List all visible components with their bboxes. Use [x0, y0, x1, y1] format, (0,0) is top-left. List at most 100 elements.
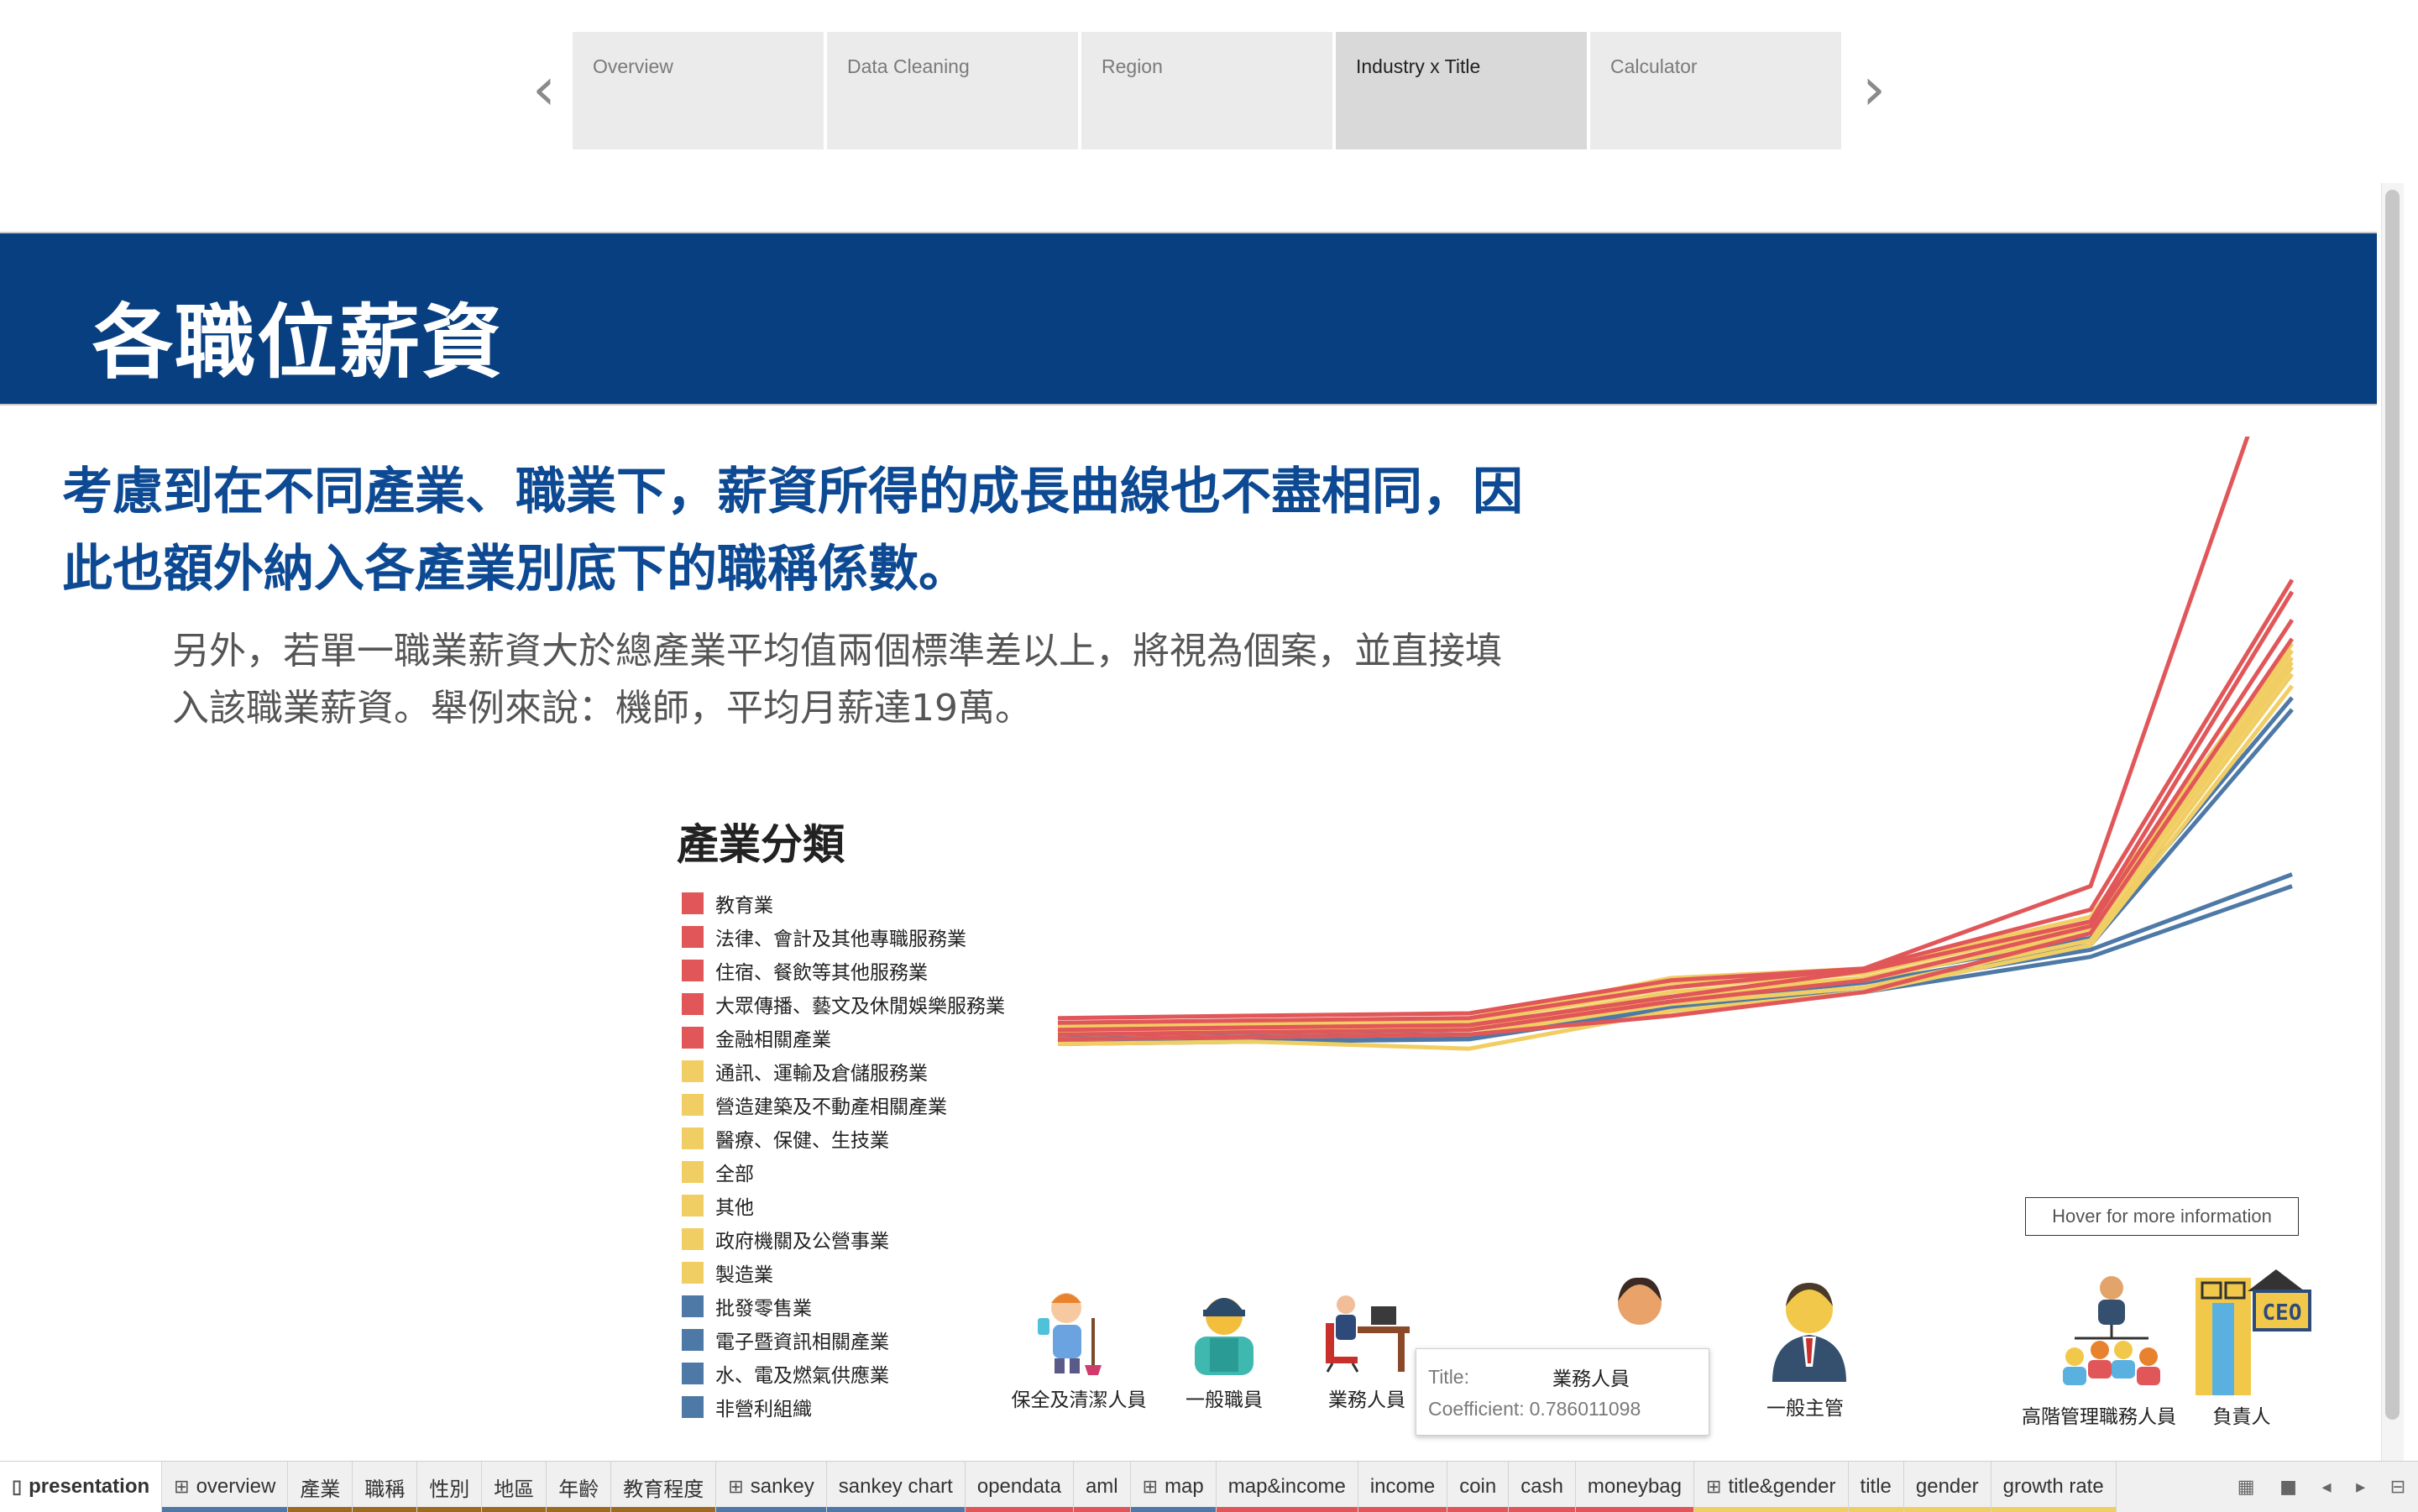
- legend-label: 水、電及燃氣供應業: [715, 1365, 889, 1387]
- legend-label: 批發零售業: [715, 1298, 812, 1320]
- scroll-left-icon[interactable]: ◂: [2322, 1477, 2332, 1498]
- legend-item[interactable]: 製造業: [677, 1256, 1005, 1290]
- next-story-arrow[interactable]: ›: [1857, 60, 1891, 118]
- sheet-tab-label: map: [1165, 1475, 1204, 1498]
- legend-swatch: [682, 892, 704, 914]
- title-label: 保全及清潔人員: [1011, 1389, 1147, 1411]
- sheet-tab[interactable]: gender: [1903, 1462, 1991, 1512]
- org-chart-icon[interactable]: [2053, 1269, 2170, 1399]
- sheet-tab[interactable]: ▯ presentation: [0, 1462, 163, 1512]
- legend-label: 醫療、保健、生技業: [715, 1130, 889, 1152]
- legend-item[interactable]: 政府機關及公營事業: [677, 1222, 1005, 1256]
- dashboard-icon: ⊞: [174, 1476, 190, 1497]
- sheet-tab[interactable]: cash: [1509, 1462, 1576, 1512]
- legend-swatch: [682, 1228, 704, 1250]
- sheet-tab-label: title&gender: [1728, 1475, 1836, 1498]
- story-tab-0[interactable]: Overview: [573, 32, 824, 149]
- legend-swatch: [682, 1329, 704, 1351]
- presentation-mode-icon[interactable]: ⊟: [2390, 1477, 2405, 1498]
- sheet-tab[interactable]: coin: [1447, 1462, 1510, 1512]
- office-desk-icon[interactable]: [1321, 1290, 1413, 1377]
- tab-color-stripe: [1130, 1507, 1216, 1512]
- legend-item[interactable]: 電子暨資訊相關產業: [677, 1323, 1005, 1357]
- scrollbar-thumb[interactable]: [2385, 190, 2400, 1420]
- sheet-tab[interactable]: 地區: [482, 1462, 547, 1512]
- legend-item[interactable]: 醫療、保健、生技業: [677, 1122, 1005, 1155]
- tab-color-stripe: [1991, 1507, 2116, 1512]
- sheet-tab[interactable]: ⊞ overview: [162, 1462, 289, 1512]
- legend-item[interactable]: 其他: [677, 1189, 1005, 1222]
- sheet-tab[interactable]: sankey chart: [826, 1462, 966, 1512]
- legend-item[interactable]: 水、電及燃氣供應業: [677, 1357, 1005, 1390]
- legend-item[interactable]: 大眾傳播、藝文及休閒娛樂服務業: [677, 987, 1005, 1021]
- sheet-controls: ▦ ■ ◂ ▸ ⊟: [2225, 1462, 2418, 1512]
- story-tab-2[interactable]: Region: [1081, 32, 1332, 149]
- story-tab-1[interactable]: Data Cleaning: [827, 32, 1078, 149]
- sheet-tab[interactable]: aml: [1073, 1462, 1131, 1512]
- legend-label: 法律、會計及其他專職服務業: [715, 929, 966, 950]
- dashboard-icon: ⊞: [1706, 1476, 1722, 1497]
- legend-label: 教育業: [715, 895, 773, 917]
- legend-swatch: [682, 926, 704, 948]
- cleaner-icon[interactable]: [1033, 1284, 1117, 1380]
- series-line-2[interactable]: [1057, 590, 2295, 1033]
- story-tabs: Overview Data Cleaning Region Industry x Ti…: [573, 32, 1841, 149]
- sheet-tab-label: map&income: [1227, 1475, 1346, 1498]
- scroll-right-icon[interactable]: ▸: [2356, 1477, 2365, 1498]
- legend-item[interactable]: 營造建築及不動產相關產業: [677, 1088, 1005, 1122]
- tab-color-stripe: [547, 1507, 611, 1512]
- sheet-tab[interactable]: ⊞ map: [1130, 1462, 1217, 1512]
- legend-item[interactable]: 非營利組織: [677, 1390, 1005, 1424]
- title-label: 業務人員: [1328, 1389, 1405, 1411]
- legend-item[interactable]: 住宿、餐飲等其他服務業: [677, 954, 1005, 987]
- sheet-tab[interactable]: moneybag: [1575, 1462, 1694, 1512]
- sheet-square-icon[interactable]: ■: [2279, 1477, 2297, 1498]
- legend-item[interactable]: 批發零售業: [677, 1290, 1005, 1323]
- sheet-tab[interactable]: 教育程度: [611, 1462, 717, 1512]
- legend-item[interactable]: 全部: [677, 1155, 1005, 1189]
- series-line-8[interactable]: [1057, 661, 2294, 1033]
- sheet-tab[interactable]: 年齡: [547, 1462, 612, 1512]
- tooltip-title-key: Title:: [1428, 1365, 1469, 1388]
- grid-view-icon[interactable]: ▦: [2237, 1477, 2255, 1498]
- manager-icon[interactable]: [1759, 1276, 1860, 1389]
- story-tab-3[interactable]: Industry x Title: [1336, 32, 1587, 149]
- tab-color-stripe: [1358, 1507, 1447, 1512]
- dashboard-icon: ⊞: [728, 1476, 744, 1497]
- worker-icon[interactable]: [1178, 1286, 1270, 1382]
- series-line-3[interactable]: [1057, 619, 2295, 1037]
- sheet-tab[interactable]: ⊞ sankey: [716, 1462, 827, 1512]
- sheet-tab[interactable]: ⊞ title&gender: [1694, 1462, 1849, 1512]
- sheet-tab[interactable]: 職稱: [353, 1462, 418, 1512]
- sheet-tab[interactable]: income: [1358, 1462, 1448, 1512]
- legend-item[interactable]: 通訊、運輸及倉儲服務業: [677, 1054, 1005, 1088]
- legend: 產業分類 教育業 法律、會計及其他專職服務業 住宿、餐飲等其他服務業 大眾傳播、藝文及…: [677, 811, 1005, 1424]
- sheet-tab[interactable]: opendata: [965, 1462, 1074, 1512]
- legend-label: 其他: [715, 1197, 754, 1219]
- sheet-tab[interactable]: title: [1848, 1462, 1904, 1512]
- sheet-tab[interactable]: 產業: [288, 1462, 353, 1512]
- tab-color-stripe: [1903, 1507, 1991, 1512]
- prev-story-arrow[interactable]: ‹: [527, 60, 561, 118]
- story-icon: ▯: [12, 1476, 23, 1497]
- series-line-0[interactable]: [1057, 437, 2292, 1021]
- tab-color-stripe: [1694, 1507, 1848, 1512]
- sheet-tab[interactable]: growth rate: [1991, 1462, 2117, 1512]
- sheet-tab-label: income: [1369, 1475, 1436, 1498]
- sheet-tab[interactable]: map&income: [1216, 1462, 1358, 1512]
- sheet-tab[interactable]: 性別: [417, 1462, 483, 1512]
- coefficient-line-chart[interactable]: [966, 437, 2309, 1243]
- series-line-1[interactable]: [1057, 578, 2295, 1025]
- legend-item[interactable]: 金融相關產業: [677, 1021, 1005, 1054]
- ceo-icon[interactable]: CEO: [2196, 1269, 2313, 1399]
- story-tab-4[interactable]: Calculator: [1590, 32, 1841, 149]
- legend-item[interactable]: 法律、會計及其他專職服務業: [677, 920, 1005, 954]
- sheet-tab-label: coin: [1459, 1475, 1497, 1498]
- tab-color-stripe: [1073, 1507, 1130, 1512]
- sheet-tab-label: growth rate: [2002, 1475, 2104, 1498]
- legend-item[interactable]: 教育業: [677, 887, 1005, 920]
- legend-label: 大眾傳播、藝文及休閒娛樂服務業: [715, 996, 1005, 1018]
- tab-color-stripe: [353, 1507, 417, 1512]
- legend-swatch: [682, 1161, 704, 1183]
- title-label: 一般主管: [1766, 1398, 1844, 1420]
